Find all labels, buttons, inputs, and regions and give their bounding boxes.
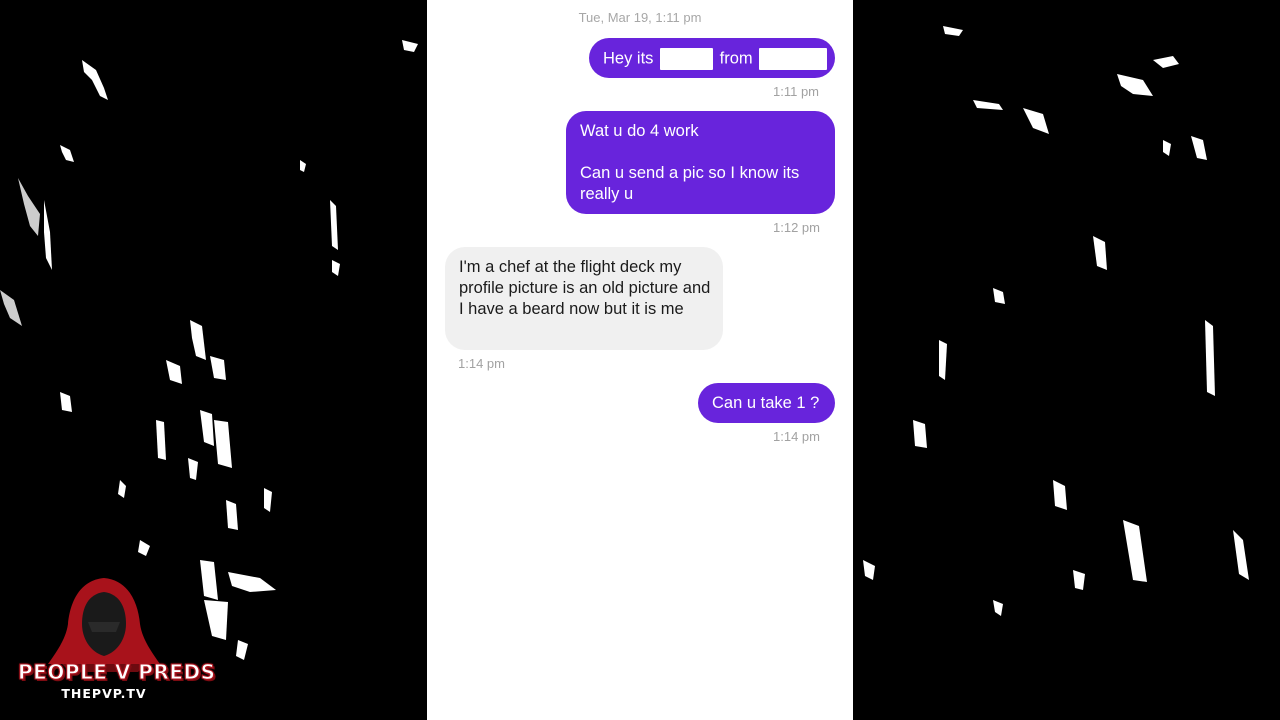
message-text: Can u take 1 ?: [712, 394, 820, 412]
message-timestamp: 1:11 pm: [773, 84, 820, 99]
incoming-message-bubble[interactable]: I'm a chef at the flight deck my profile…: [445, 247, 723, 350]
message-timestamp: 1:14 pm: [458, 356, 505, 371]
message-text: Hey its: [603, 49, 654, 68]
message-text: from: [719, 49, 753, 68]
outgoing-message-bubble[interactable]: Hey its from: [589, 38, 835, 78]
channel-logo: PEOPLE V PREDS THEPVP.TV: [18, 572, 216, 712]
hooded-figure-icon: [48, 578, 160, 672]
outgoing-message-bubble[interactable]: Wat u do 4 work Can u send a pic so I kn…: [566, 111, 835, 214]
message-text: Can u send a pic so I know its really u: [580, 164, 800, 203]
message-text: I'm a chef at the flight deck my profile…: [459, 258, 711, 318]
outgoing-message-bubble[interactable]: Can u take 1 ?: [698, 383, 835, 423]
redacted-name-box: [660, 48, 714, 70]
right-background-panel: [853, 0, 1280, 720]
logo-title: PEOPLE V PREDS: [18, 660, 216, 685]
logo-subtitle: THEPVP.TV: [61, 686, 147, 701]
message-timestamp: 1:14 pm: [773, 429, 820, 444]
date-header: Tue, Mar 19, 1:11 pm: [578, 10, 702, 25]
message-text: Wat u do 4 work: [580, 122, 699, 140]
redacted-place-box: [759, 48, 828, 70]
message-timestamp: 1:12 pm: [773, 220, 820, 235]
message-thread[interactable]: Tue, Mar 19, 1:11 pm Hey its from 1:11 p…: [427, 0, 853, 720]
abstract-texture-right: [863, 26, 1249, 616]
video-frame: Tue, Mar 19, 1:11 pm Hey its from 1:11 p…: [0, 0, 1280, 720]
